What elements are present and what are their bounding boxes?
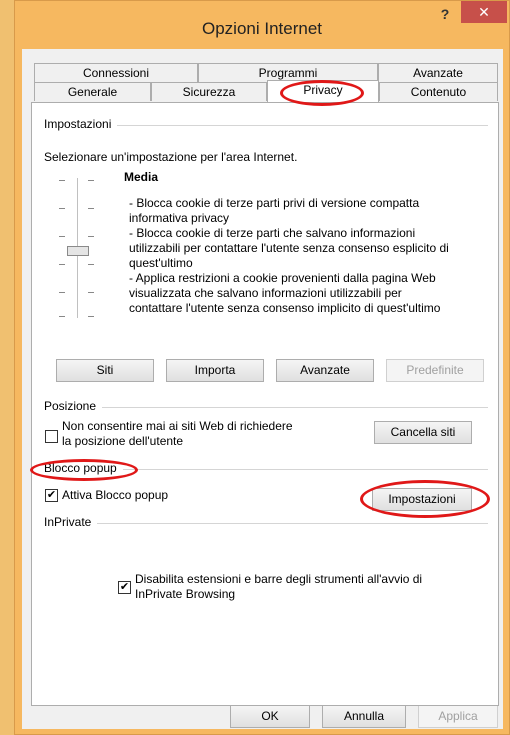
tab-generale[interactable]: Generale [34,82,151,101]
location-checkbox[interactable] [45,430,58,443]
slider-tick [88,292,94,293]
location-group-label: Posizione [44,399,103,413]
location-group-line [44,407,488,408]
advanced-button[interactable]: Avanzate [276,359,374,382]
dialog-client-area: Connessioni Programmi Avanzate Generale … [22,49,503,729]
description-line: - Applica restrizioni a cookie provenien… [129,271,436,285]
description-line: visualizzata che salvano informazioni ut… [129,286,402,300]
location-label-line2: la posizione dell'utente [62,434,184,448]
default-button[interactable]: Predefinite [386,359,484,382]
slider-tick [59,208,65,209]
slider-tick [59,236,65,237]
location-label-line1: Non consentire mai ai siti Web di richie… [62,419,293,433]
settings-group-label: Impostazioni [44,117,118,131]
inprivate-label-line2: InPrivate Browsing [135,587,236,601]
apply-button[interactable]: Applica [418,705,498,728]
import-button[interactable]: Importa [166,359,264,382]
description-line: utilizzabili per contattare l'utente sen… [129,241,449,255]
slider-tick [88,316,94,317]
inprivate-checkbox-label[interactable]: Disabilita estensioni e barre degli stru… [135,572,422,602]
internet-options-window: Opzioni Internet ? ✕ Connessioni Program… [14,0,510,735]
description-line: - Blocca cookie di terze parti privi di … [129,196,420,210]
clear-sites-button[interactable]: Cancella siti [374,421,472,444]
settings-intro-text: Selezionare un'impostazione per l'area I… [44,150,298,164]
tab-avanzate[interactable]: Avanzate [378,63,498,82]
popup-blocker-label[interactable]: Attiva Blocco popup [62,488,168,502]
slider-tick [59,180,65,181]
inprivate-checkbox[interactable]: ✔ [118,581,131,594]
popup-blocker-checkbox[interactable]: ✔ [45,489,58,502]
privacy-tab-panel: Impostazioni Selezionare un'impostazione… [31,102,499,706]
inprivate-group-line [44,523,488,524]
ok-button[interactable]: OK [230,705,310,728]
close-button[interactable]: ✕ [461,1,507,23]
privacy-level-label: Media [124,170,159,184]
sites-button[interactable]: Siti [56,359,154,382]
tab-privacy[interactable]: Privacy [267,80,379,102]
slider-tick [88,180,94,181]
tab-connessioni[interactable]: Connessioni [34,63,198,82]
description-line: - Blocca cookie di terze parti che salva… [129,226,416,240]
inprivate-group-label: InPrivate [44,515,98,529]
slider-tick [88,264,94,265]
location-checkbox-label[interactable]: Non consentire mai ai siti Web di richie… [62,419,293,449]
title-bar[interactable]: Opzioni Internet ? ✕ [15,1,509,49]
privacy-slider-thumb[interactable] [67,246,89,256]
popup-settings-button[interactable]: Impostazioni [372,488,472,511]
description-line: informativa privacy [129,211,230,225]
help-button[interactable]: ? [431,3,459,25]
slider-tick [59,264,65,265]
slider-tick [88,236,94,237]
slider-tick [59,292,65,293]
popup-group-label: Blocco popup [44,461,123,475]
inprivate-label-line1: Disabilita estensioni e barre degli stru… [135,572,423,586]
slider-tick [59,316,65,317]
tab-sicurezza[interactable]: Sicurezza [151,82,267,101]
description-line: contattare l'utente senza consenso impli… [129,301,441,315]
slider-tick [88,208,94,209]
description-line: quest'ultimo [129,256,193,270]
tab-contenuto[interactable]: Contenuto [379,82,498,101]
privacy-level-description: - Blocca cookie di terze parti privi di … [129,196,449,316]
cancel-button[interactable]: Annulla [322,705,406,728]
